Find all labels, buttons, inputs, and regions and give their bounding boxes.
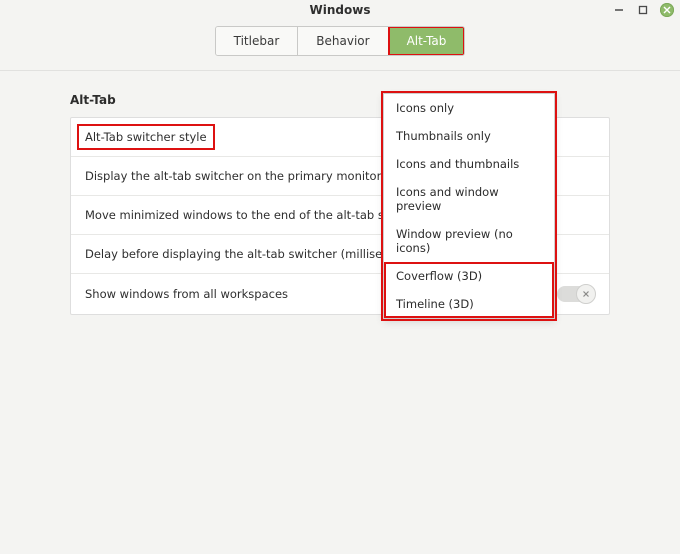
- menu-3d-group: Coverflow (3D) Timeline (3D): [384, 262, 554, 318]
- tab-alt-tab[interactable]: Alt-Tab: [389, 27, 465, 55]
- maximize-button[interactable]: [636, 3, 650, 17]
- row-all-workspaces-label: Show windows from all workspaces: [85, 287, 288, 301]
- menu-item-timeline-3d[interactable]: Timeline (3D): [384, 290, 554, 318]
- tabs: Titlebar Behavior Alt-Tab: [215, 26, 466, 56]
- tab-bar: Titlebar Behavior Alt-Tab: [0, 20, 680, 71]
- menu-item-coverflow-3d[interactable]: Coverflow (3D): [384, 262, 554, 290]
- close-button[interactable]: [660, 3, 674, 17]
- menu-item-icons-and-window-preview[interactable]: Icons and window preview: [384, 178, 554, 220]
- window-titlebar: Windows: [0, 0, 680, 20]
- switcher-style-menu: Icons only Thumbnails only Icons and thu…: [383, 93, 555, 319]
- x-icon: [582, 290, 590, 298]
- menu-item-window-preview-no-icons[interactable]: Window preview (no icons): [384, 220, 554, 262]
- row-switcher-style-label: Alt-Tab switcher style: [79, 126, 213, 148]
- content-area: Icons only Thumbnails only Icons and thu…: [0, 71, 680, 315]
- toggle-knob: [576, 284, 596, 304]
- menu-item-icons-and-thumbnails[interactable]: Icons and thumbnails: [384, 150, 554, 178]
- window-controls: [612, 3, 674, 17]
- row-delay-label: Delay before displaying the alt-tab swit…: [85, 247, 421, 261]
- toggle-all-workspaces[interactable]: [557, 286, 595, 302]
- tab-titlebar[interactable]: Titlebar: [216, 27, 299, 55]
- window-title: Windows: [310, 3, 371, 17]
- tab-behavior[interactable]: Behavior: [298, 27, 388, 55]
- minimize-button[interactable]: [612, 3, 626, 17]
- row-move-minimized-label: Move minimized windows to the end of the…: [85, 208, 426, 222]
- menu-item-icons-only[interactable]: Icons only: [384, 94, 554, 122]
- menu-item-thumbnails-only[interactable]: Thumbnails only: [384, 122, 554, 150]
